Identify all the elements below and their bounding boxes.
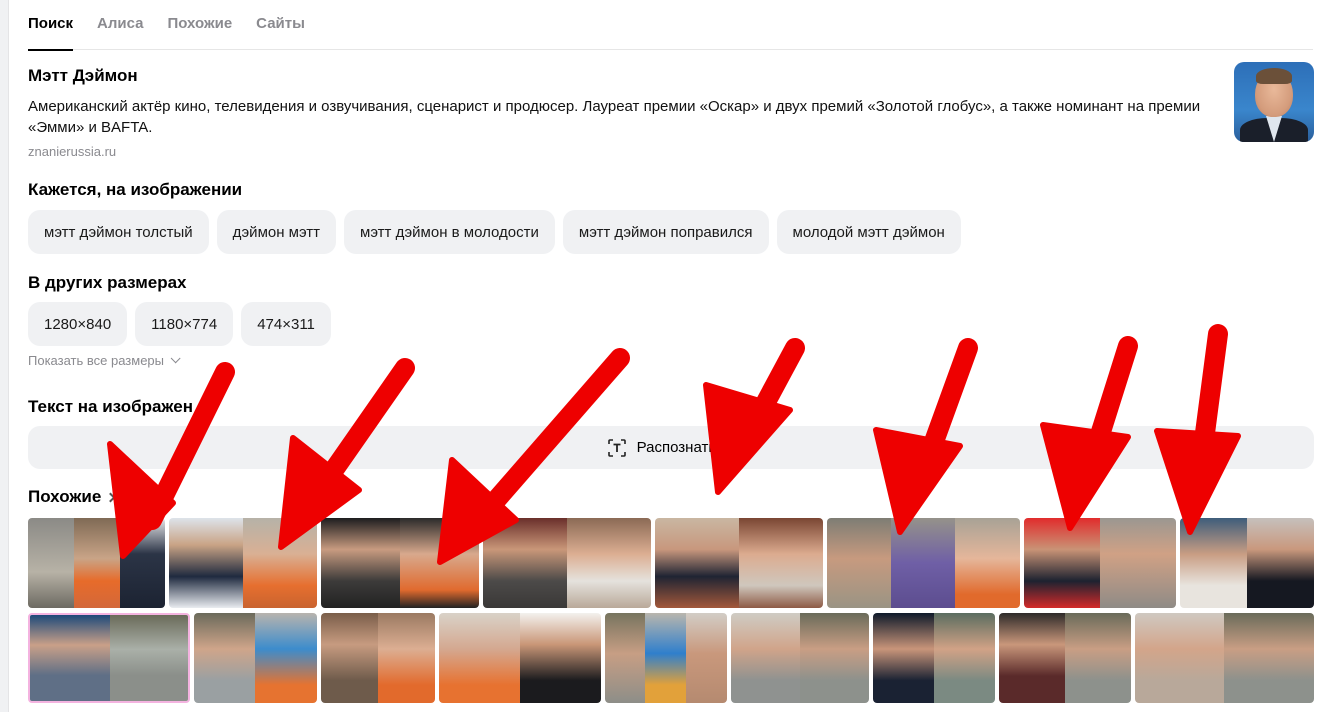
seems-chip[interactable]: молодой мэтт дэймон xyxy=(776,210,961,254)
size-chip[interactable]: 474×311 xyxy=(241,302,331,346)
search-panel: Поиск Алиса Похожие Сайты Мэтт Дэймон Ам… xyxy=(8,0,1318,712)
similar-image[interactable] xyxy=(169,518,317,608)
similar-image[interactable] xyxy=(655,518,823,608)
tab-search[interactable]: Поиск xyxy=(28,0,74,51)
similar-image[interactable] xyxy=(605,613,727,703)
text-recognize-icon xyxy=(607,438,627,458)
similar-section-title[interactable]: Похожие xyxy=(28,487,116,507)
tabs-bar: Поиск Алиса Похожие Сайты xyxy=(28,0,1313,51)
similar-image[interactable] xyxy=(439,613,601,703)
tab-sites[interactable]: Сайты xyxy=(256,0,305,50)
tab-alice[interactable]: Алиса xyxy=(97,0,143,50)
similar-image[interactable] xyxy=(827,518,1020,608)
similar-image[interactable] xyxy=(1135,613,1314,703)
entity-photo[interactable] xyxy=(1234,62,1314,142)
seems-chip[interactable]: мэтт дэймон в молодости xyxy=(344,210,555,254)
similar-image[interactable] xyxy=(194,613,317,703)
similar-image[interactable] xyxy=(1180,518,1314,608)
seems-chip[interactable]: дэймон мэтт xyxy=(216,210,337,254)
text-section-title: Текст на изображен xyxy=(28,397,193,416)
recognize-text-button[interactable]: Распознать те xyxy=(28,426,1314,469)
tab-similar[interactable]: Похожие xyxy=(167,0,232,50)
size-chip[interactable]: 1180×774 xyxy=(135,302,234,346)
seems-chip[interactable]: мэтт дэймон поправился xyxy=(562,210,769,254)
similar-image[interactable] xyxy=(28,518,165,608)
size-chips: 1280×840 1180×774 474×311 xyxy=(28,302,331,346)
sizes-section-title: В других размерах xyxy=(28,273,187,292)
size-chip[interactable]: 1280×840 xyxy=(28,302,128,346)
similar-image[interactable] xyxy=(28,613,190,703)
seems-chip[interactable]: мэтт дэймон толстый xyxy=(28,210,209,254)
similar-image[interactable] xyxy=(483,518,651,608)
chevron-down-icon xyxy=(170,353,181,364)
recognize-text-label: Распознать те xyxy=(636,439,736,456)
similar-image[interactable] xyxy=(321,518,479,608)
similar-image[interactable] xyxy=(731,613,869,703)
similar-image[interactable] xyxy=(321,613,435,703)
seems-chips: мэтт дэймон толстый дэймон мэтт мэтт дэй… xyxy=(28,210,961,254)
seems-section-title: Кажется, на изображении xyxy=(28,180,243,199)
entity-source-link[interactable]: znanierussia.ru xyxy=(28,144,116,159)
similar-image[interactable] xyxy=(873,613,995,703)
chevron-right-icon xyxy=(105,492,116,503)
show-all-sizes-label: Показать все размеры xyxy=(28,353,164,368)
entity-title[interactable]: Мэтт Дэймон xyxy=(28,66,138,86)
entity-description: Американский актёр кино, телевидения и о… xyxy=(28,98,1201,136)
similar-title-label: Похожие xyxy=(28,487,102,506)
show-all-sizes-link[interactable]: Показать все размеры xyxy=(28,353,181,368)
similar-image[interactable] xyxy=(999,613,1131,703)
similar-image[interactable] xyxy=(1024,518,1176,608)
